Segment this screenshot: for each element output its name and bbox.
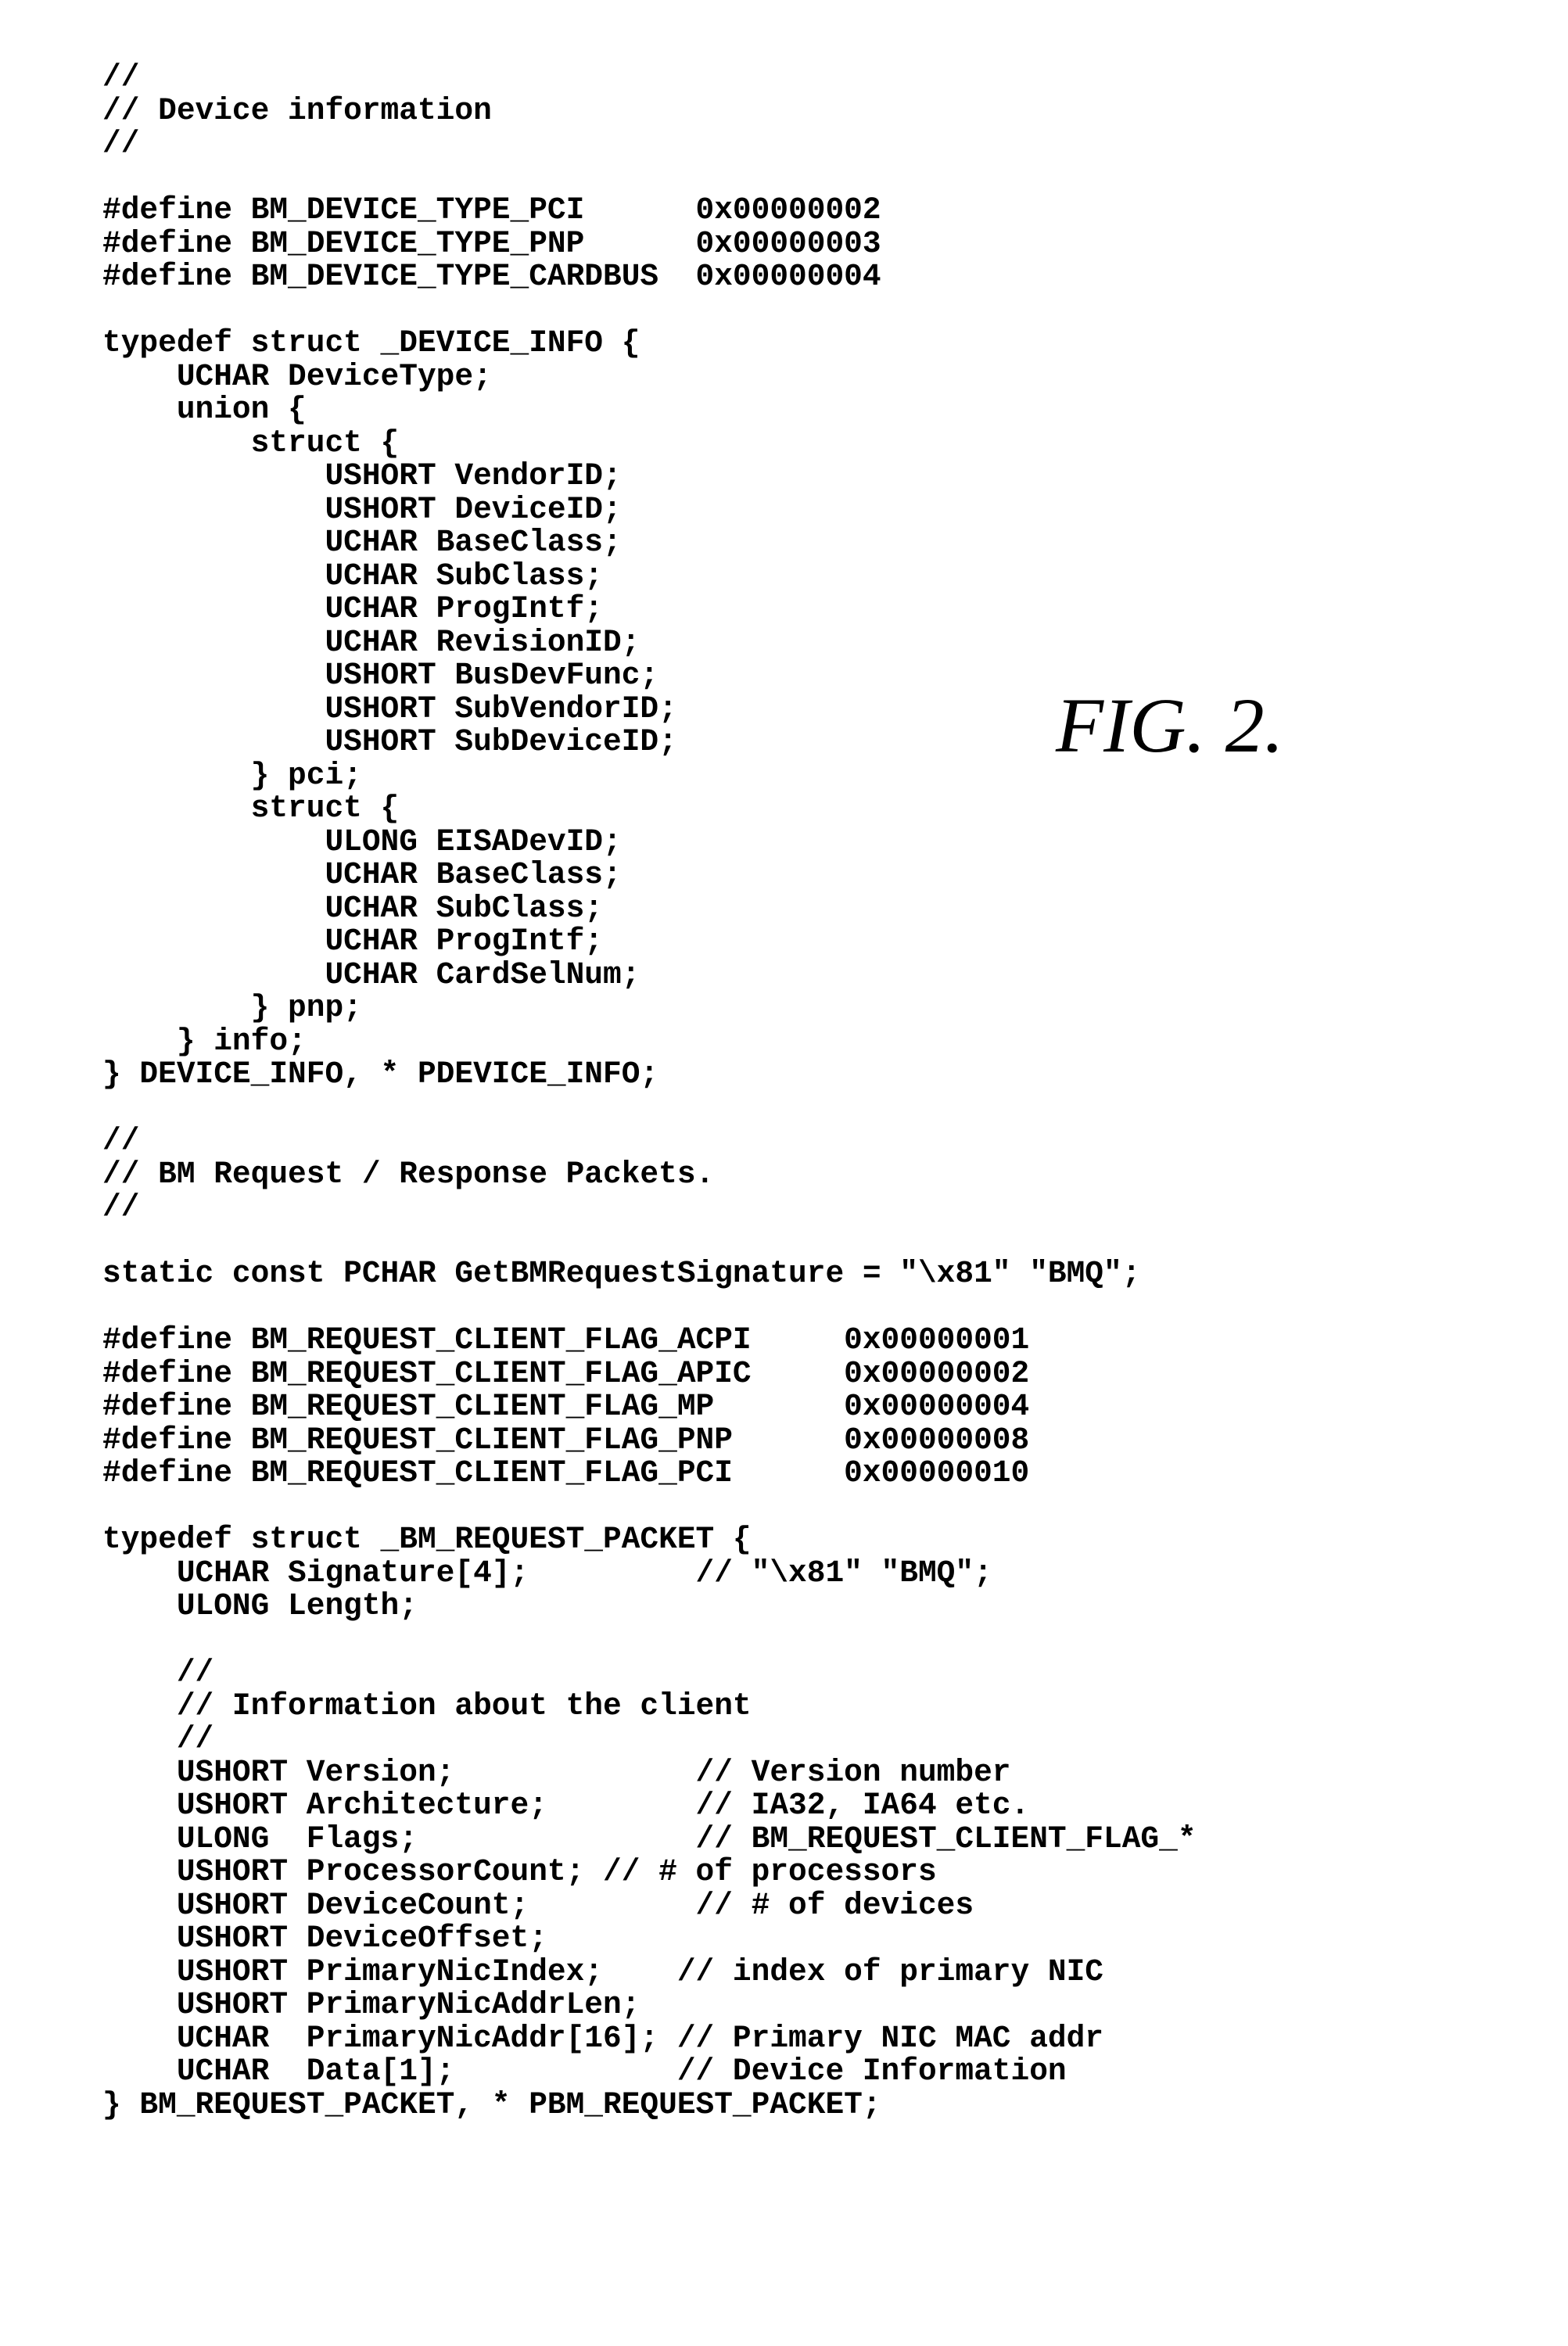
- figure-label: FIG. 2.: [1056, 680, 1284, 770]
- code-block: // // Device information // #define BM_D…: [102, 61, 1197, 2122]
- page-container: // // Device information // #define BM_D…: [0, 0, 1568, 2346]
